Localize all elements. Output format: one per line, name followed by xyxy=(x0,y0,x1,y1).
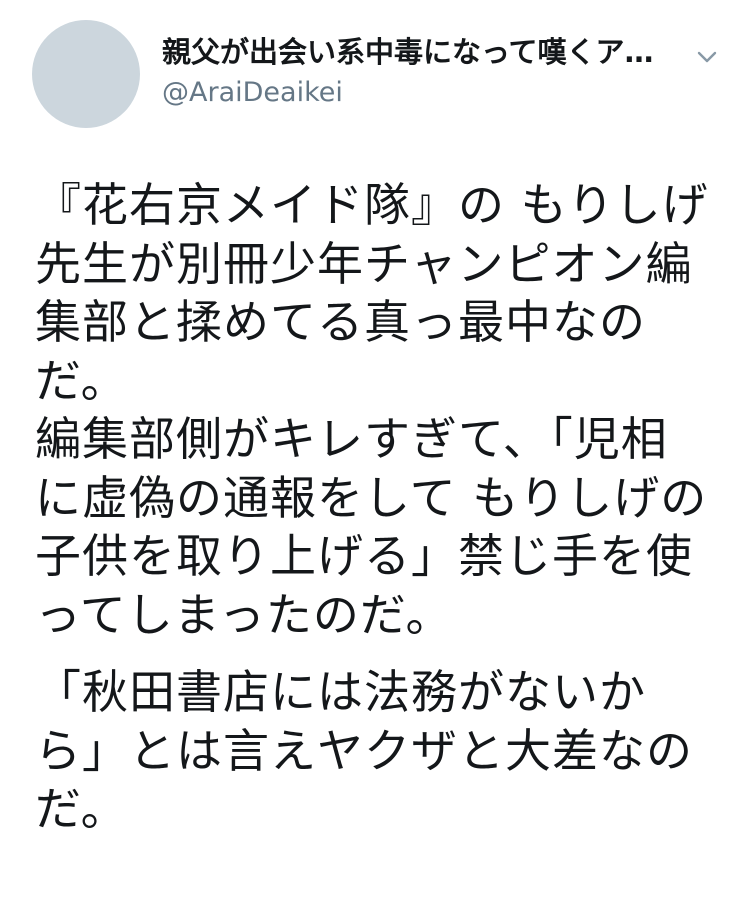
tweet-line: 集部と揉めてる真っ最中なの xyxy=(35,295,646,349)
tweet-paragraph: 『花右京メイド隊』の もりしげ 先生が別冊少年チャンピオン編 集部と揉めてる真っ… xyxy=(35,176,725,644)
tweet-text: 『花右京メイド隊』の もりしげ 先生が別冊少年チャンピオン編 集部と揉めてる真っ… xyxy=(35,176,725,839)
display-name[interactable]: 親父が出会い系中毒になって嘆くア… xyxy=(162,34,682,70)
tweet-line: ってしまったのだ。 xyxy=(35,587,453,642)
tweet-line: 編集部側がキレすぎて、「児相 xyxy=(35,412,668,466)
tweet-paragraph: 「秋田書店には法務がないか ら」とは言えヤクザと大差なの だ。 xyxy=(35,663,725,839)
tweet-header: 親父が出会い系中毒になって嘆くア… @AraiDeaikei xyxy=(0,0,750,150)
user-handle[interactable]: @AraiDeaikei xyxy=(162,76,343,110)
tweet-line: に虚偽の通報をして もりしげの xyxy=(35,470,708,525)
tweet-line: 先生が別冊少年チャンピオン編 xyxy=(35,236,693,291)
chevron-down-icon[interactable] xyxy=(690,40,724,74)
tweet-line: だ。 xyxy=(35,782,128,836)
tweet-line: ら」とは言えヤクザと大差なの xyxy=(35,723,693,778)
tweet: 親父が出会い系中毒になって嘆くア… @AraiDeaikei 『花右京メイド隊』… xyxy=(0,0,750,907)
tweet-line: 『花右京メイド隊』の もりしげ xyxy=(35,178,709,232)
tweet-line: 子供を取り上げる」禁じ手を使 xyxy=(35,529,693,583)
tweet-line: 「秋田書店には法務がないか xyxy=(35,665,646,719)
tweet-line: だ。 xyxy=(35,353,128,408)
avatar[interactable] xyxy=(32,20,140,128)
